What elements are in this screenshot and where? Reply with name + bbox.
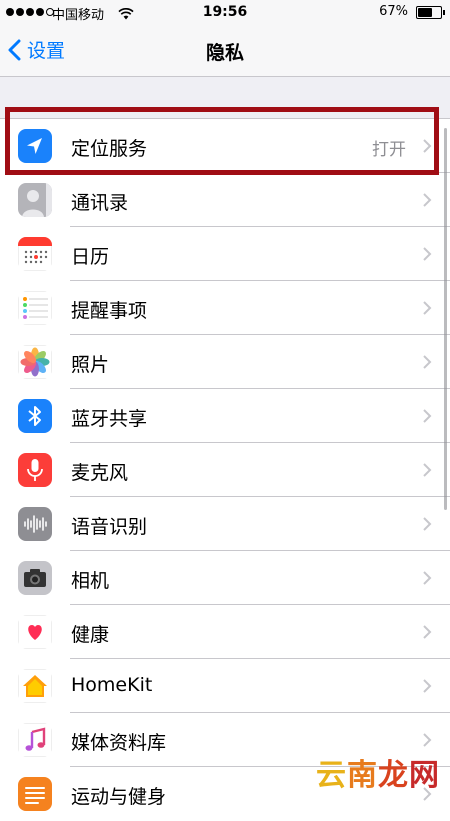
camera-icon bbox=[18, 561, 52, 595]
chevron-right-icon bbox=[423, 733, 432, 747]
list-item-label: 相机 bbox=[71, 570, 110, 592]
watermark-char: 龙 bbox=[378, 758, 409, 793]
list-item-label: 蓝牙共享 bbox=[71, 408, 148, 430]
motion-icon bbox=[18, 777, 52, 811]
list-item-label: 运动与健身 bbox=[71, 786, 167, 808]
list-item-microphone[interactable]: 麦克风 bbox=[0, 443, 450, 497]
chevron-right-icon bbox=[423, 625, 432, 639]
battery-icon bbox=[416, 6, 445, 19]
watermark-char: 网 bbox=[409, 758, 440, 793]
chevron-right-icon bbox=[423, 193, 432, 207]
list-item-label: 照片 bbox=[71, 354, 110, 376]
microphone-icon bbox=[18, 453, 52, 487]
photos-icon bbox=[18, 345, 52, 379]
list-item-homekit[interactable]: HomeKit bbox=[0, 659, 450, 713]
list-item-speech-recognition[interactable]: 语音识别 bbox=[0, 497, 450, 551]
chevron-right-icon bbox=[423, 247, 432, 261]
watermark-char: 云 bbox=[316, 758, 347, 793]
page-title: 隐私 bbox=[205, 42, 244, 64]
list-item-camera[interactable]: 相机 bbox=[0, 551, 450, 605]
speech-waveform-icon bbox=[18, 507, 52, 541]
bluetooth-icon bbox=[18, 399, 52, 433]
scroll-indicator bbox=[444, 128, 447, 510]
list-item-bluetooth-sharing[interactable]: 蓝牙共享 bbox=[0, 389, 450, 443]
list-item-photos[interactable]: 照片 bbox=[0, 335, 450, 389]
calendar-icon bbox=[18, 237, 52, 271]
highlight-annotation-box bbox=[5, 107, 439, 175]
list-item-reminders[interactable]: 提醒事项 bbox=[0, 281, 450, 335]
reminders-icon bbox=[18, 291, 52, 325]
list-item-health[interactable]: 健康 bbox=[0, 605, 450, 659]
list-item-calendar[interactable]: 日历 bbox=[0, 227, 450, 281]
chevron-right-icon bbox=[423, 517, 432, 531]
watermark-char: 南 bbox=[347, 758, 378, 793]
list-item-label: 健康 bbox=[71, 624, 110, 646]
home-icon bbox=[18, 669, 52, 703]
list-item-label: 通讯录 bbox=[71, 192, 129, 214]
list-item-label: 提醒事项 bbox=[71, 300, 148, 322]
list-item-label: 日历 bbox=[71, 246, 110, 268]
health-heart-icon bbox=[18, 615, 52, 649]
list-item-label: 媒体资料库 bbox=[71, 732, 167, 754]
music-note-icon bbox=[18, 723, 52, 757]
chevron-right-icon bbox=[423, 355, 432, 369]
watermark-logo: 云南龙网 bbox=[316, 750, 440, 794]
contacts-icon bbox=[18, 183, 52, 217]
chevron-right-icon bbox=[423, 409, 432, 423]
chevron-right-icon bbox=[423, 571, 432, 585]
chevron-right-icon bbox=[423, 679, 432, 693]
privacy-settings-list: 定位服务 打开 通讯录 日历 提醒事项 照片 蓝牙共享 麦克风 语音识别 相机 … bbox=[0, 118, 450, 821]
list-item-contacts[interactable]: 通讯录 bbox=[0, 173, 450, 227]
chevron-right-icon bbox=[423, 463, 432, 477]
battery-percentage: 67% bbox=[379, 4, 408, 19]
chevron-right-icon bbox=[423, 301, 432, 315]
navigation-bar: 设置 隐私 bbox=[0, 24, 450, 77]
status-bar: 中国移动 19:56 67% bbox=[0, 0, 450, 24]
list-item-label: 麦克风 bbox=[71, 462, 129, 484]
list-item-label: HomeKit bbox=[71, 674, 153, 696]
list-item-label: 语音识别 bbox=[71, 516, 148, 538]
